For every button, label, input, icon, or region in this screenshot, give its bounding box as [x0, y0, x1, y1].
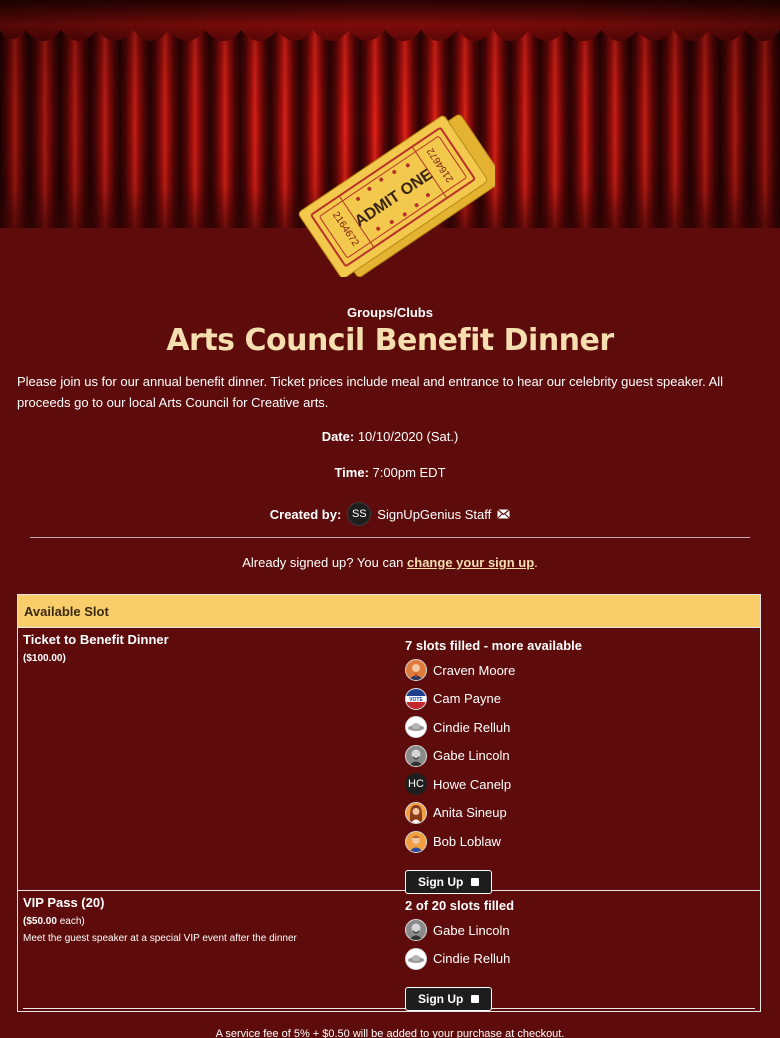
- admit-one-ticket-image: 2164672 2164672 ADMIT ONE: [298, 114, 495, 277]
- signed-up-suffix: .: [534, 555, 538, 570]
- participant-avatar: [405, 716, 427, 739]
- participant-avatar: [405, 659, 427, 681]
- slot-note: Meet the guest speaker at a special VIP …: [23, 933, 297, 944]
- signup-page: 2164672 2164672 ADMIT ONE Groups/Clubs A…: [0, 0, 780, 1038]
- participant: Gabe Lincoln: [405, 918, 745, 942]
- event-description: Please join us for our annual benefit di…: [17, 374, 724, 410]
- participant-name: Cindie Relluh: [433, 951, 511, 967]
- participant-avatar: [405, 947, 427, 970]
- service-fee-note: A service fee of 5% + $0.50 will be adde…: [215, 1028, 565, 1038]
- participant-name: Bob Loblaw: [433, 834, 501, 850]
- participant-avatar: [405, 744, 427, 767]
- slot-price-amount: ($100.00): [23, 653, 66, 664]
- mail-icon[interactable]: [497, 509, 511, 519]
- section-divider: [30, 537, 750, 538]
- participant: HC Howe Canelp: [405, 772, 745, 796]
- slot-info: Ticket to Benefit Dinner ($100.00): [23, 632, 393, 664]
- participant-avatar: [405, 801, 427, 824]
- slot-table: Available Slot Ticket to Benefit Dinner …: [17, 594, 761, 1012]
- signed-up-prefix: Already signed up? You can: [242, 555, 408, 570]
- time-label: Time:: [334, 465, 369, 480]
- vote-icon: VOTE: [406, 688, 426, 709]
- participant-name: Anita Sineup: [433, 805, 507, 821]
- event-date: Date: 10/10/2020 (Sat.): [0, 429, 780, 444]
- slot-table-header: Available Slot: [18, 595, 760, 628]
- participant-name: Craven Moore: [433, 662, 516, 678]
- event-content: Groups/Clubs Arts Council Benefit Dinner…: [0, 228, 780, 1038]
- participant: Gabe Lincoln: [405, 744, 745, 768]
- slot-status: 7 slots filled - more available: [405, 638, 583, 653]
- slot-status: 2 of 20 slots filled: [405, 898, 515, 913]
- portrait-icon: [409, 923, 423, 940]
- hat-icon: [408, 954, 424, 963]
- portrait-icon: [409, 749, 423, 766]
- participant-name: Cindie Relluh: [433, 719, 511, 735]
- person-icon: [409, 664, 423, 680]
- slot-name: Ticket to Benefit Dinner: [23, 632, 169, 647]
- slot-price: ($50.00 each): [23, 916, 393, 927]
- time-value: 7:00pm EDT: [372, 465, 446, 480]
- event-creator: Created by: SS SignUpGenius Staff: [0, 502, 780, 526]
- participant-avatar: VOTE: [405, 687, 427, 710]
- creator-avatar: SS: [347, 502, 372, 526]
- participant-avatar: HC: [405, 773, 427, 796]
- participant: Cindie Relluh: [405, 715, 745, 739]
- slot-participants: 2 of 20 slots filled Gabe Lincoln Cindie…: [405, 898, 745, 1012]
- participant: Cindie Relluh: [405, 947, 745, 971]
- event-title: Arts Council Benefit Dinner: [166, 323, 614, 358]
- slot-price: ($100.00): [23, 653, 393, 664]
- participant: VOTE Cam Payne: [405, 687, 745, 711]
- date-value: 10/10/2020 (Sat.): [357, 429, 459, 444]
- sign-up-label: Sign Up: [418, 992, 464, 1007]
- hat-icon: [408, 723, 424, 732]
- slot-price-amount: ($50.00: [23, 916, 57, 927]
- checkbox-icon: [471, 878, 480, 887]
- participant: Craven Moore: [405, 658, 745, 682]
- slot-price-suffix: each): [56, 916, 85, 927]
- event-category: Groups/Clubs: [347, 305, 433, 320]
- slot-row: VIP Pass (20) ($50.00 each) Meet the gue…: [23, 891, 755, 1012]
- participant: Bob Loblaw: [405, 830, 745, 854]
- checkbox-icon: [471, 995, 480, 1004]
- person-icon: [409, 835, 423, 852]
- participant-name: Gabe Lincoln: [433, 748, 510, 764]
- participant-avatar: [405, 830, 427, 853]
- date-label: Date:: [321, 429, 355, 444]
- participant-name: Gabe Lincoln: [433, 922, 510, 938]
- event-time: Time: 7:00pm EDT: [0, 465, 780, 480]
- participant: Anita Sineup: [405, 801, 745, 825]
- slot-row: Ticket to Benefit Dinner ($100.00) 7 slo…: [18, 628, 760, 895]
- created-by-label: Created by:: [269, 506, 342, 522]
- sign-up-button[interactable]: Sign Up: [405, 987, 493, 1012]
- slot-name: VIP Pass (20): [23, 895, 105, 910]
- slot-info: VIP Pass (20) ($50.00 each) Meet the gue…: [23, 895, 393, 944]
- participant-avatar: [405, 919, 427, 941]
- svg-text:VOTE: VOTE: [409, 697, 423, 703]
- person-icon: [410, 804, 422, 823]
- already-signed-up-text: Already signed up? You can change your s…: [0, 555, 780, 570]
- participant-name: Howe Canelp: [433, 776, 512, 792]
- slot-participants: 7 slots filled - more available Craven M…: [405, 638, 745, 895]
- participant-name: Cam Payne: [433, 691, 501, 707]
- sign-up-label: Sign Up: [418, 875, 464, 890]
- change-signup-link[interactable]: change your sign up: [407, 555, 534, 570]
- creator-name[interactable]: SignUpGenius Staff: [377, 507, 491, 522]
